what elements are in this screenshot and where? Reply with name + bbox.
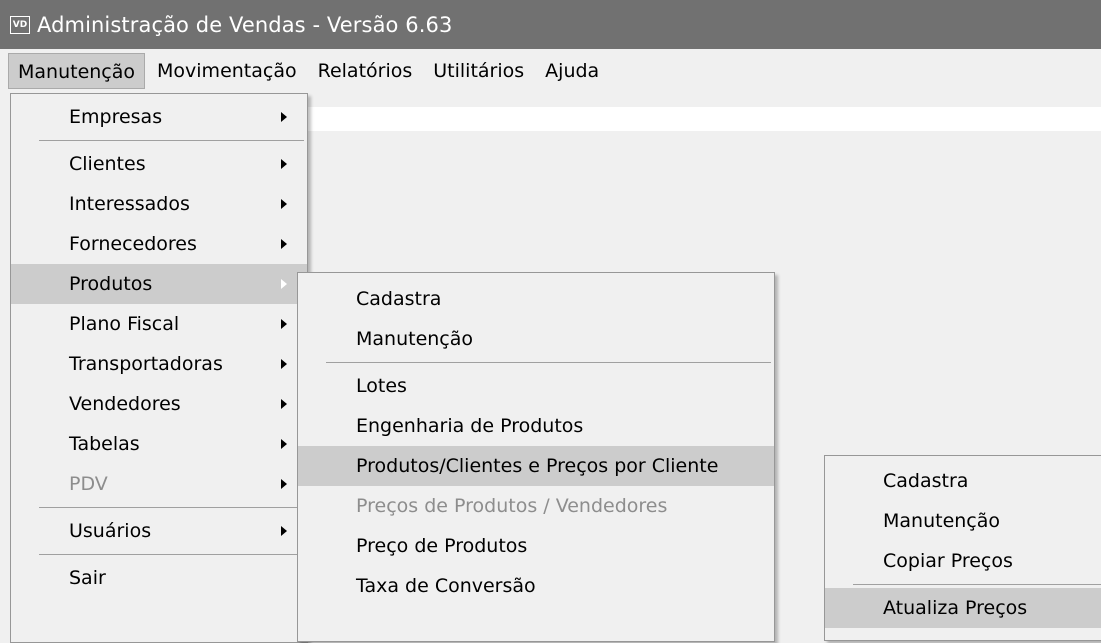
menu-item-produtos-cadastra[interactable]: Cadastra (298, 279, 774, 319)
menu-item-engenharia-produtos[interactable]: Engenharia de Produtos (298, 406, 774, 446)
submenu-arrow-icon (281, 279, 287, 289)
menu-item-label: Empresas (69, 106, 163, 128)
menu-item-lotes[interactable]: Lotes (298, 366, 774, 406)
menu-separator (11, 137, 307, 144)
menu-item-label: Vendedores (69, 393, 181, 415)
app-icon: VD (10, 15, 30, 34)
menu-item-clientes[interactable]: Clientes (11, 144, 307, 184)
menu-item-produtos-clientes-precos[interactable]: Produtos/Clientes e Preços por Cliente (298, 446, 774, 486)
submenu-arrow-icon (281, 112, 287, 122)
menu-item-label: Fornecedores (69, 233, 197, 255)
menu-item-produtos[interactable]: Produtos (11, 264, 307, 304)
menu-item-label: Manutenção (356, 328, 474, 350)
produtos-submenu: Cadastra Manutenção Lotes Engenharia de … (297, 272, 775, 642)
precos-cliente-submenu: Cadastra Manutenção Copiar Preços Atuali… (824, 455, 1101, 641)
menu-utilitarios[interactable]: Utilitários (424, 53, 533, 89)
menu-relatorios[interactable]: Relatórios (309, 53, 422, 89)
menu-item-label: Atualiza Preços (883, 597, 1028, 619)
menu-item-label: Tabelas (69, 433, 140, 455)
menu-separator (298, 359, 774, 366)
menu-ajuda[interactable]: Ajuda (536, 53, 608, 89)
menu-separator (11, 551, 307, 558)
submenu-arrow-icon (281, 319, 287, 329)
menu-item-label: Preço de Produtos (356, 535, 528, 557)
menu-item-label: Plano Fiscal (69, 313, 180, 335)
menu-manutencao[interactable]: Manutenção (8, 53, 146, 89)
menu-item-pc-manutencao[interactable]: Manutenção (825, 501, 1101, 541)
menu-item-empresas[interactable]: Empresas (11, 97, 307, 137)
submenu-arrow-icon (281, 239, 287, 249)
menu-item-interessados[interactable]: Interessados (11, 184, 307, 224)
menu-item-taxa-conversao[interactable]: Taxa de Conversão (298, 566, 774, 606)
menu-item-preco-produtos[interactable]: Preço de Produtos (298, 526, 774, 566)
menu-item-copiar-precos[interactable]: Copiar Preços (825, 541, 1101, 581)
title-bar: VD Administração de Vendas - Versão 6.63 (0, 0, 1101, 49)
menu-item-label: Preços de Produtos / Vendedores (356, 495, 668, 517)
menu-item-label: Usuários (69, 520, 152, 542)
menu-item-label: Cadastra (356, 288, 442, 310)
menu-item-label: Interessados (69, 193, 190, 215)
toolbar-strip (305, 107, 1101, 131)
menu-separator (11, 504, 307, 511)
menu-item-sair[interactable]: Sair (11, 558, 307, 598)
menu-item-tabelas[interactable]: Tabelas (11, 424, 307, 464)
menu-item-pdv[interactable]: PDV (11, 464, 307, 504)
menu-movimentacao[interactable]: Movimentação (148, 53, 306, 89)
submenu-arrow-icon (281, 439, 287, 449)
submenu-arrow-icon (281, 159, 287, 169)
menu-item-label: Produtos (69, 273, 153, 295)
submenu-arrow-icon (281, 199, 287, 209)
menu-item-label: Transportadoras (69, 353, 223, 375)
menu-item-label: Taxa de Conversão (356, 575, 536, 597)
window-title: Administração de Vendas - Versão 6.63 (37, 12, 453, 37)
submenu-arrow-icon (281, 526, 287, 536)
menu-item-label: Cadastra (883, 470, 969, 492)
menu-item-plano-fiscal[interactable]: Plano Fiscal (11, 304, 307, 344)
menu-item-vendedores[interactable]: Vendedores (11, 384, 307, 424)
menu-item-label: Sair (69, 567, 106, 589)
menu-item-label: Copiar Preços (883, 550, 1013, 572)
menu-item-fornecedores[interactable]: Fornecedores (11, 224, 307, 264)
menu-item-label: Engenharia de Produtos (356, 415, 584, 437)
menu-item-usuarios[interactable]: Usuários (11, 511, 307, 551)
menu-item-atualiza-precos[interactable]: Atualiza Preços (825, 588, 1101, 628)
menu-item-label: Clientes (69, 153, 146, 175)
menu-item-label: Manutenção (883, 510, 1001, 532)
menu-bar: Manutenção Movimentação Relatórios Utili… (0, 49, 1101, 93)
submenu-arrow-icon (281, 359, 287, 369)
menu-item-label: Produtos/Clientes e Preços por Cliente (356, 455, 719, 477)
menu-separator (825, 581, 1101, 588)
menu-item-label: Lotes (356, 375, 407, 397)
menu-item-produtos-manutencao[interactable]: Manutenção (298, 319, 774, 359)
submenu-arrow-icon (281, 399, 287, 409)
menu-item-transportadoras[interactable]: Transportadoras (11, 344, 307, 384)
menu-item-pc-cadastra[interactable]: Cadastra (825, 461, 1101, 501)
manutencao-dropdown: Empresas Clientes Interessados Fornecedo… (10, 93, 308, 643)
submenu-arrow-icon (281, 479, 287, 489)
menu-item-precos-produtos-vendedores[interactable]: Preços de Produtos / Vendedores (298, 486, 774, 526)
menu-item-label: PDV (69, 473, 108, 495)
